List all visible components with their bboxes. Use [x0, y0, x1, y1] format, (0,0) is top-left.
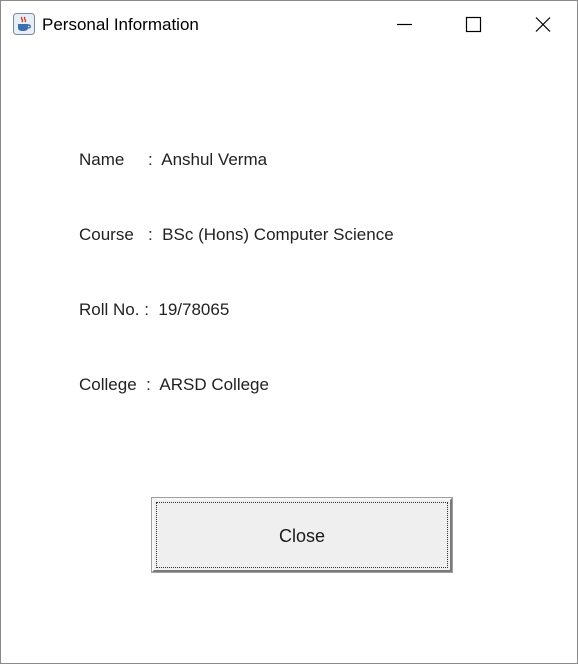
name-label: Name [79, 150, 125, 169]
close-button-label: Close [278, 526, 326, 546]
name-value: Anshul Verma [161, 150, 268, 169]
minimize-button[interactable] [381, 1, 427, 47]
java-coffee-icon [13, 13, 35, 35]
course-value: BSc (Hons) Computer Science [162, 225, 394, 244]
window-close-button[interactable] [519, 1, 565, 47]
content-panel: Name : Anshul Verma Course : BSc (Hons) … [1, 48, 577, 663]
college-value: ARSD College [159, 375, 269, 394]
window-title: Personal Information [42, 15, 199, 34]
personal-information-window: Personal Information Name : Anshul Verma… [0, 0, 578, 664]
name-row: Name : Anshul Verma [79, 150, 267, 170]
course-row: Course : BSc (Hons) Computer Science [79, 225, 394, 245]
college-row: College : ARSD College [79, 375, 269, 395]
title-bar[interactable]: Personal Information [1, 1, 577, 48]
maximize-button[interactable] [449, 1, 495, 47]
roll-row: Roll No. : 19/78065 [79, 300, 229, 320]
roll-label: Roll No. [79, 300, 140, 319]
close-button[interactable]: Close [151, 497, 453, 573]
college-label: College [79, 375, 137, 394]
roll-value: 19/78065 [158, 300, 230, 319]
course-label: Course [79, 225, 134, 244]
